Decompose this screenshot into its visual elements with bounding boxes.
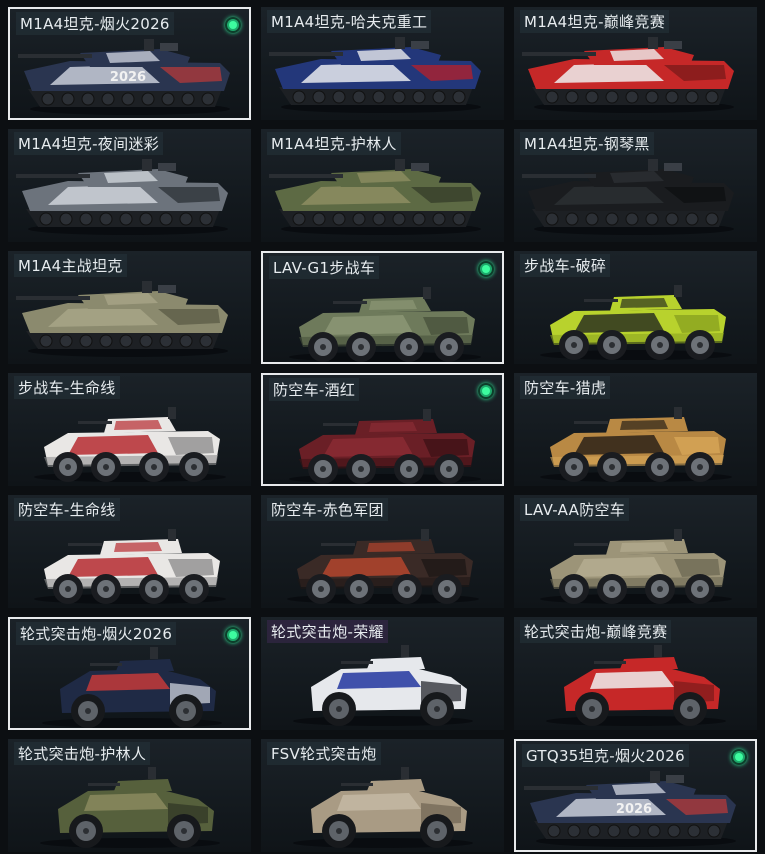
skin-card[interactable]: 轮式突击炮-荣耀: [261, 617, 504, 730]
equipped-indicator-icon: [225, 17, 241, 33]
skin-card[interactable]: M1A4坦克-护林人: [261, 129, 504, 242]
skin-card[interactable]: 步战车-破碎: [514, 251, 757, 364]
skin-card[interactable]: 轮式突击炮-巅峰竞赛: [514, 617, 757, 730]
skin-name-label: 轮式突击炮-护林人: [14, 742, 151, 765]
skin-card[interactable]: 防空车-酒红: [261, 373, 504, 486]
skin-card[interactable]: 步战车-生命线: [8, 373, 251, 486]
skin-card[interactable]: M1A4坦克-哈夫克重工: [261, 7, 504, 120]
skin-name-label: GTQ35坦克-烟火2026: [522, 744, 689, 767]
svg-text:2026: 2026: [616, 802, 652, 817]
skin-card[interactable]: LAV-AA防空车: [514, 495, 757, 608]
skin-name-label: 轮式突击炮-荣耀: [267, 620, 388, 643]
skin-card[interactable]: M1A4坦克-巅峰竞赛: [514, 7, 757, 120]
skin-name-label: M1A4主战坦克: [14, 254, 127, 277]
skin-name-label: M1A4坦克-钢琴黑: [520, 132, 654, 155]
skin-name-label: 步战车-破碎: [520, 254, 611, 277]
svg-text:2026: 2026: [110, 70, 146, 85]
skin-name-label: 轮式突击炮-巅峰竞赛: [520, 620, 672, 643]
skin-card[interactable]: 轮式突击炮-烟火2026: [8, 617, 251, 730]
skin-card[interactable]: M1A4主战坦克: [8, 251, 251, 364]
skin-name-label: 防空车-酒红: [269, 378, 360, 401]
skin-card[interactable]: LAV-G1步战车: [261, 251, 504, 364]
skin-card[interactable]: M1A4坦克-夜间迷彩: [8, 129, 251, 242]
skin-name-label: 防空车-生命线: [14, 498, 120, 521]
skin-name-label: 防空车-赤色军团: [267, 498, 388, 521]
skin-name-label: M1A4坦克-巅峰竞赛: [520, 10, 670, 33]
equipped-indicator-icon: [225, 627, 241, 643]
skin-name-label: M1A4坦克-夜间迷彩: [14, 132, 164, 155]
skin-card[interactable]: 防空车-生命线: [8, 495, 251, 608]
skin-name-label: FSV轮式突击炮: [267, 742, 381, 765]
skin-name-label: 步战车-生命线: [14, 376, 120, 399]
skin-name-label: 防空车-猎虎: [520, 376, 611, 399]
equipped-indicator-icon: [478, 383, 494, 399]
skin-grid: 2026 M1A4坦克-烟火2026 M1A4坦克-哈夫克重工 M1A4坦克-巅峰竞赛…: [0, 0, 765, 854]
skin-card[interactable]: 2026 M1A4坦克-烟火2026: [8, 7, 251, 120]
equipped-indicator-icon: [731, 749, 747, 765]
skin-card[interactable]: 轮式突击炮-护林人: [8, 739, 251, 852]
skin-name-label: M1A4坦克-护林人: [267, 132, 401, 155]
skin-card[interactable]: 2026 GTQ35坦克-烟火2026: [514, 739, 757, 852]
skin-name-label: LAV-AA防空车: [520, 498, 630, 521]
skin-card[interactable]: 防空车-猎虎: [514, 373, 757, 486]
skin-name-label: M1A4坦克-哈夫克重工: [267, 10, 432, 33]
skin-card[interactable]: M1A4坦克-钢琴黑: [514, 129, 757, 242]
skin-name-label: 轮式突击炮-烟火2026: [16, 622, 177, 645]
equipped-indicator-icon: [478, 261, 494, 277]
skin-card[interactable]: FSV轮式突击炮: [261, 739, 504, 852]
skin-name-label: LAV-G1步战车: [269, 256, 380, 279]
skin-card[interactable]: 防空车-赤色军团: [261, 495, 504, 608]
skin-name-label: M1A4坦克-烟火2026: [16, 12, 174, 35]
